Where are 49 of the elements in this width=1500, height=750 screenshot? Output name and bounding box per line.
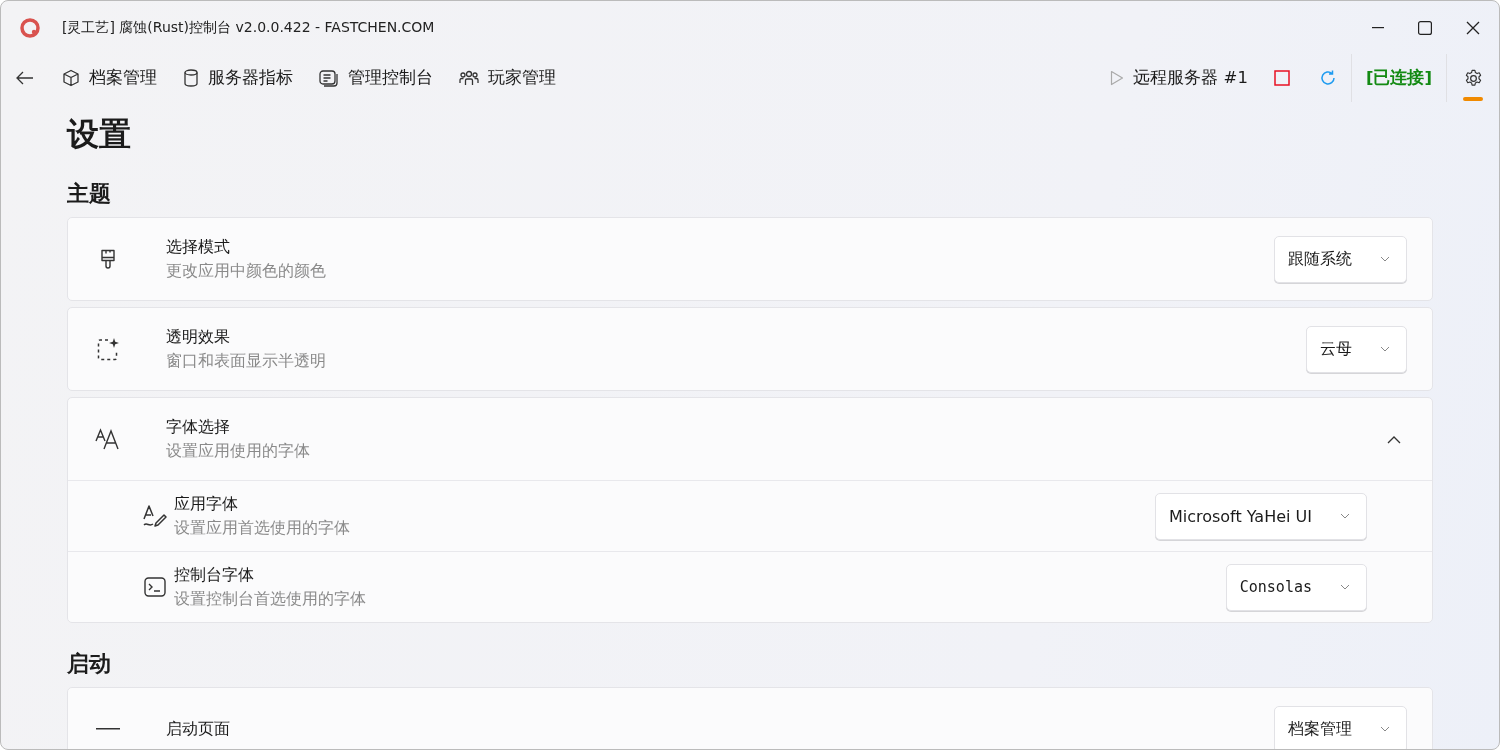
document-icon (319, 69, 339, 87)
app-logo-icon (20, 18, 40, 38)
remote-server-button[interactable]: 远程服务器 #1 (1110, 61, 1248, 95)
database-icon (183, 69, 199, 87)
nav-tab[interactable]: 服务器指标 (183, 61, 293, 95)
setting-title: 字体选择 (166, 416, 231, 438)
chevron-up-icon (1387, 435, 1401, 444)
stop-icon[interactable] (1273, 70, 1290, 86)
setting-title: 选择模式 (166, 236, 231, 258)
settings-icon (1463, 68, 1483, 88)
pen-font-icon (142, 503, 168, 529)
window-title: [灵工艺] 腐蚀(Rust)控制台 v2.0.0.422 - FASTCHEN.COM (62, 19, 435, 37)
setting-description: 设置控制台首选使用的字体 (174, 588, 367, 610)
back-arrow-icon[interactable] (16, 71, 34, 85)
setting-description: 设置应用使用的字体 (166, 440, 311, 462)
dropdown[interactable]: Microsoft YaHei UI (1154, 492, 1367, 540)
setting-description: 设置应用首选使用的字体 (174, 517, 351, 539)
chevron-down-icon (1380, 256, 1390, 262)
dropdown[interactable]: 档案管理 (1274, 705, 1407, 749)
setting-title: 应用字体 (174, 493, 239, 515)
terminal-icon (142, 576, 168, 598)
section-heading: 启动 (67, 650, 112, 678)
close-icon[interactable] (1466, 21, 1480, 35)
dropdown[interactable]: 跟随系统 (1274, 235, 1407, 283)
nav-tab[interactable]: 档案管理 (62, 61, 157, 95)
cube-icon (62, 69, 80, 87)
minimize-icon[interactable] (1372, 27, 1384, 29)
play-icon (1110, 70, 1125, 86)
page-title: 设置 (67, 114, 132, 155)
chevron-down-icon (1340, 584, 1350, 590)
nav-tab[interactable]: 管理控制台 (319, 61, 433, 95)
setting-title: 控制台字体 (174, 564, 255, 586)
font-size-icon (95, 428, 121, 450)
connection-status: [已连接] (1364, 67, 1433, 89)
dash-icon (95, 727, 121, 731)
setting-description: 窗口和表面显示半透明 (166, 350, 327, 372)
section-heading: 主题 (67, 180, 112, 208)
dropdown[interactable]: 云母 (1306, 325, 1407, 373)
chevron-down-icon (1380, 726, 1390, 732)
setting-description: 更改应用中颜色的颜色 (166, 260, 327, 282)
people-icon (459, 69, 479, 87)
chevron-down-icon (1340, 513, 1350, 519)
chevron-down-icon (1380, 346, 1390, 352)
maximize-icon[interactable] (1418, 21, 1432, 35)
dropdown[interactable]: Consolas (1225, 563, 1367, 611)
refresh-icon[interactable] (1318, 69, 1337, 87)
nav-tab[interactable]: 玩家管理 (459, 61, 556, 95)
setting-title: 透明效果 (166, 326, 231, 348)
setting-title: 启动页面 (166, 718, 231, 740)
